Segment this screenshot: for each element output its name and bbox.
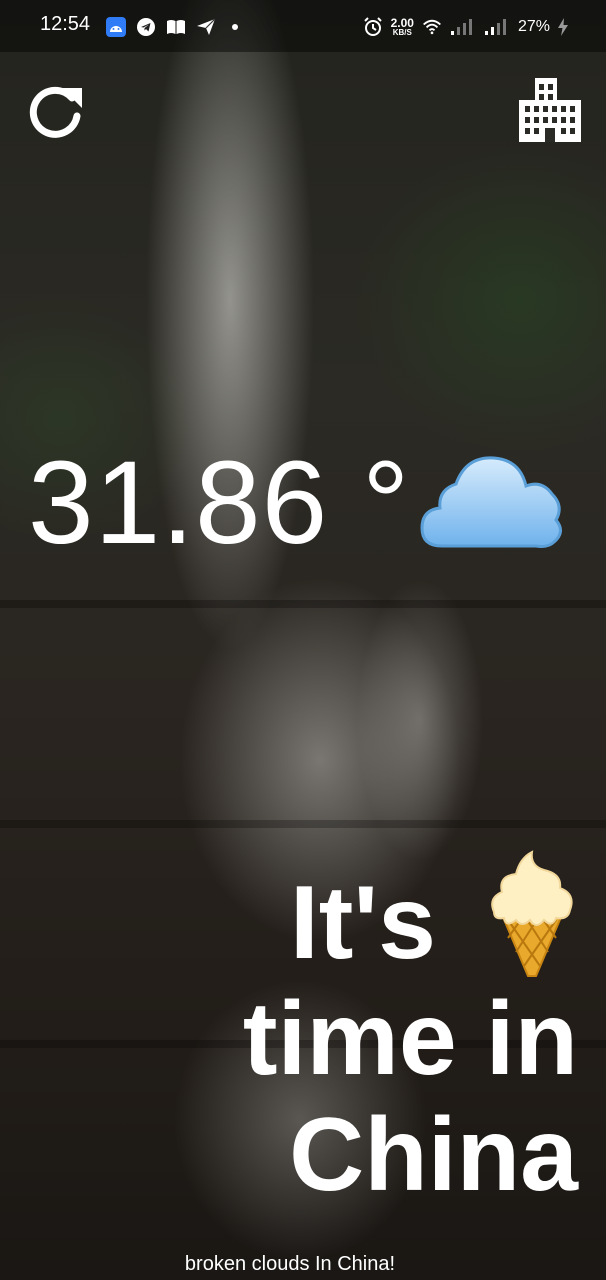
notification-icons (106, 17, 238, 37)
time-message: It's time in China (158, 848, 578, 1213)
refresh-button[interactable] (24, 80, 88, 144)
android-icon (106, 17, 126, 37)
city-buildings-icon (519, 78, 581, 142)
wifi-icon (422, 17, 442, 37)
more-notifications-dot (232, 24, 238, 30)
telegram-icon (136, 17, 156, 37)
signal-icon-2 (484, 17, 510, 37)
message-line-3: China (289, 1097, 578, 1213)
message-line-1: It's (158, 848, 578, 981)
background-texture (0, 600, 606, 608)
ice-cream-icon (486, 848, 578, 978)
temperature-value: 31.86 ° (28, 437, 411, 569)
battery-level: 27% (517, 18, 550, 35)
system-indicators: 2.00 KB/S 27% (363, 17, 568, 37)
cloud-icon (418, 448, 568, 558)
message-line-1-text: It's (289, 865, 436, 981)
weather-screen: 12:54 2.00 KB/S 27% 31.86 ° It's time in… (0, 0, 606, 1280)
temperature-row: 31.86 ° (28, 438, 568, 568)
network-speed-unit: KB/S (392, 28, 412, 37)
network-speed: 2.00 KB/S (391, 17, 414, 37)
book-icon (166, 17, 186, 37)
status-bar: 12:54 2.00 KB/S 27% (0, 0, 606, 52)
background-texture (0, 820, 606, 828)
weather-description: broken clouds In China! (184, 1253, 396, 1275)
send-icon (196, 17, 216, 37)
alarm-icon (363, 17, 383, 37)
message-line-2: time in (242, 981, 578, 1097)
charging-icon (558, 17, 568, 37)
refresh-icon (29, 86, 82, 138)
status-time: 12:54 (40, 13, 91, 35)
signal-icon (450, 17, 476, 37)
city-button[interactable] (512, 72, 588, 144)
